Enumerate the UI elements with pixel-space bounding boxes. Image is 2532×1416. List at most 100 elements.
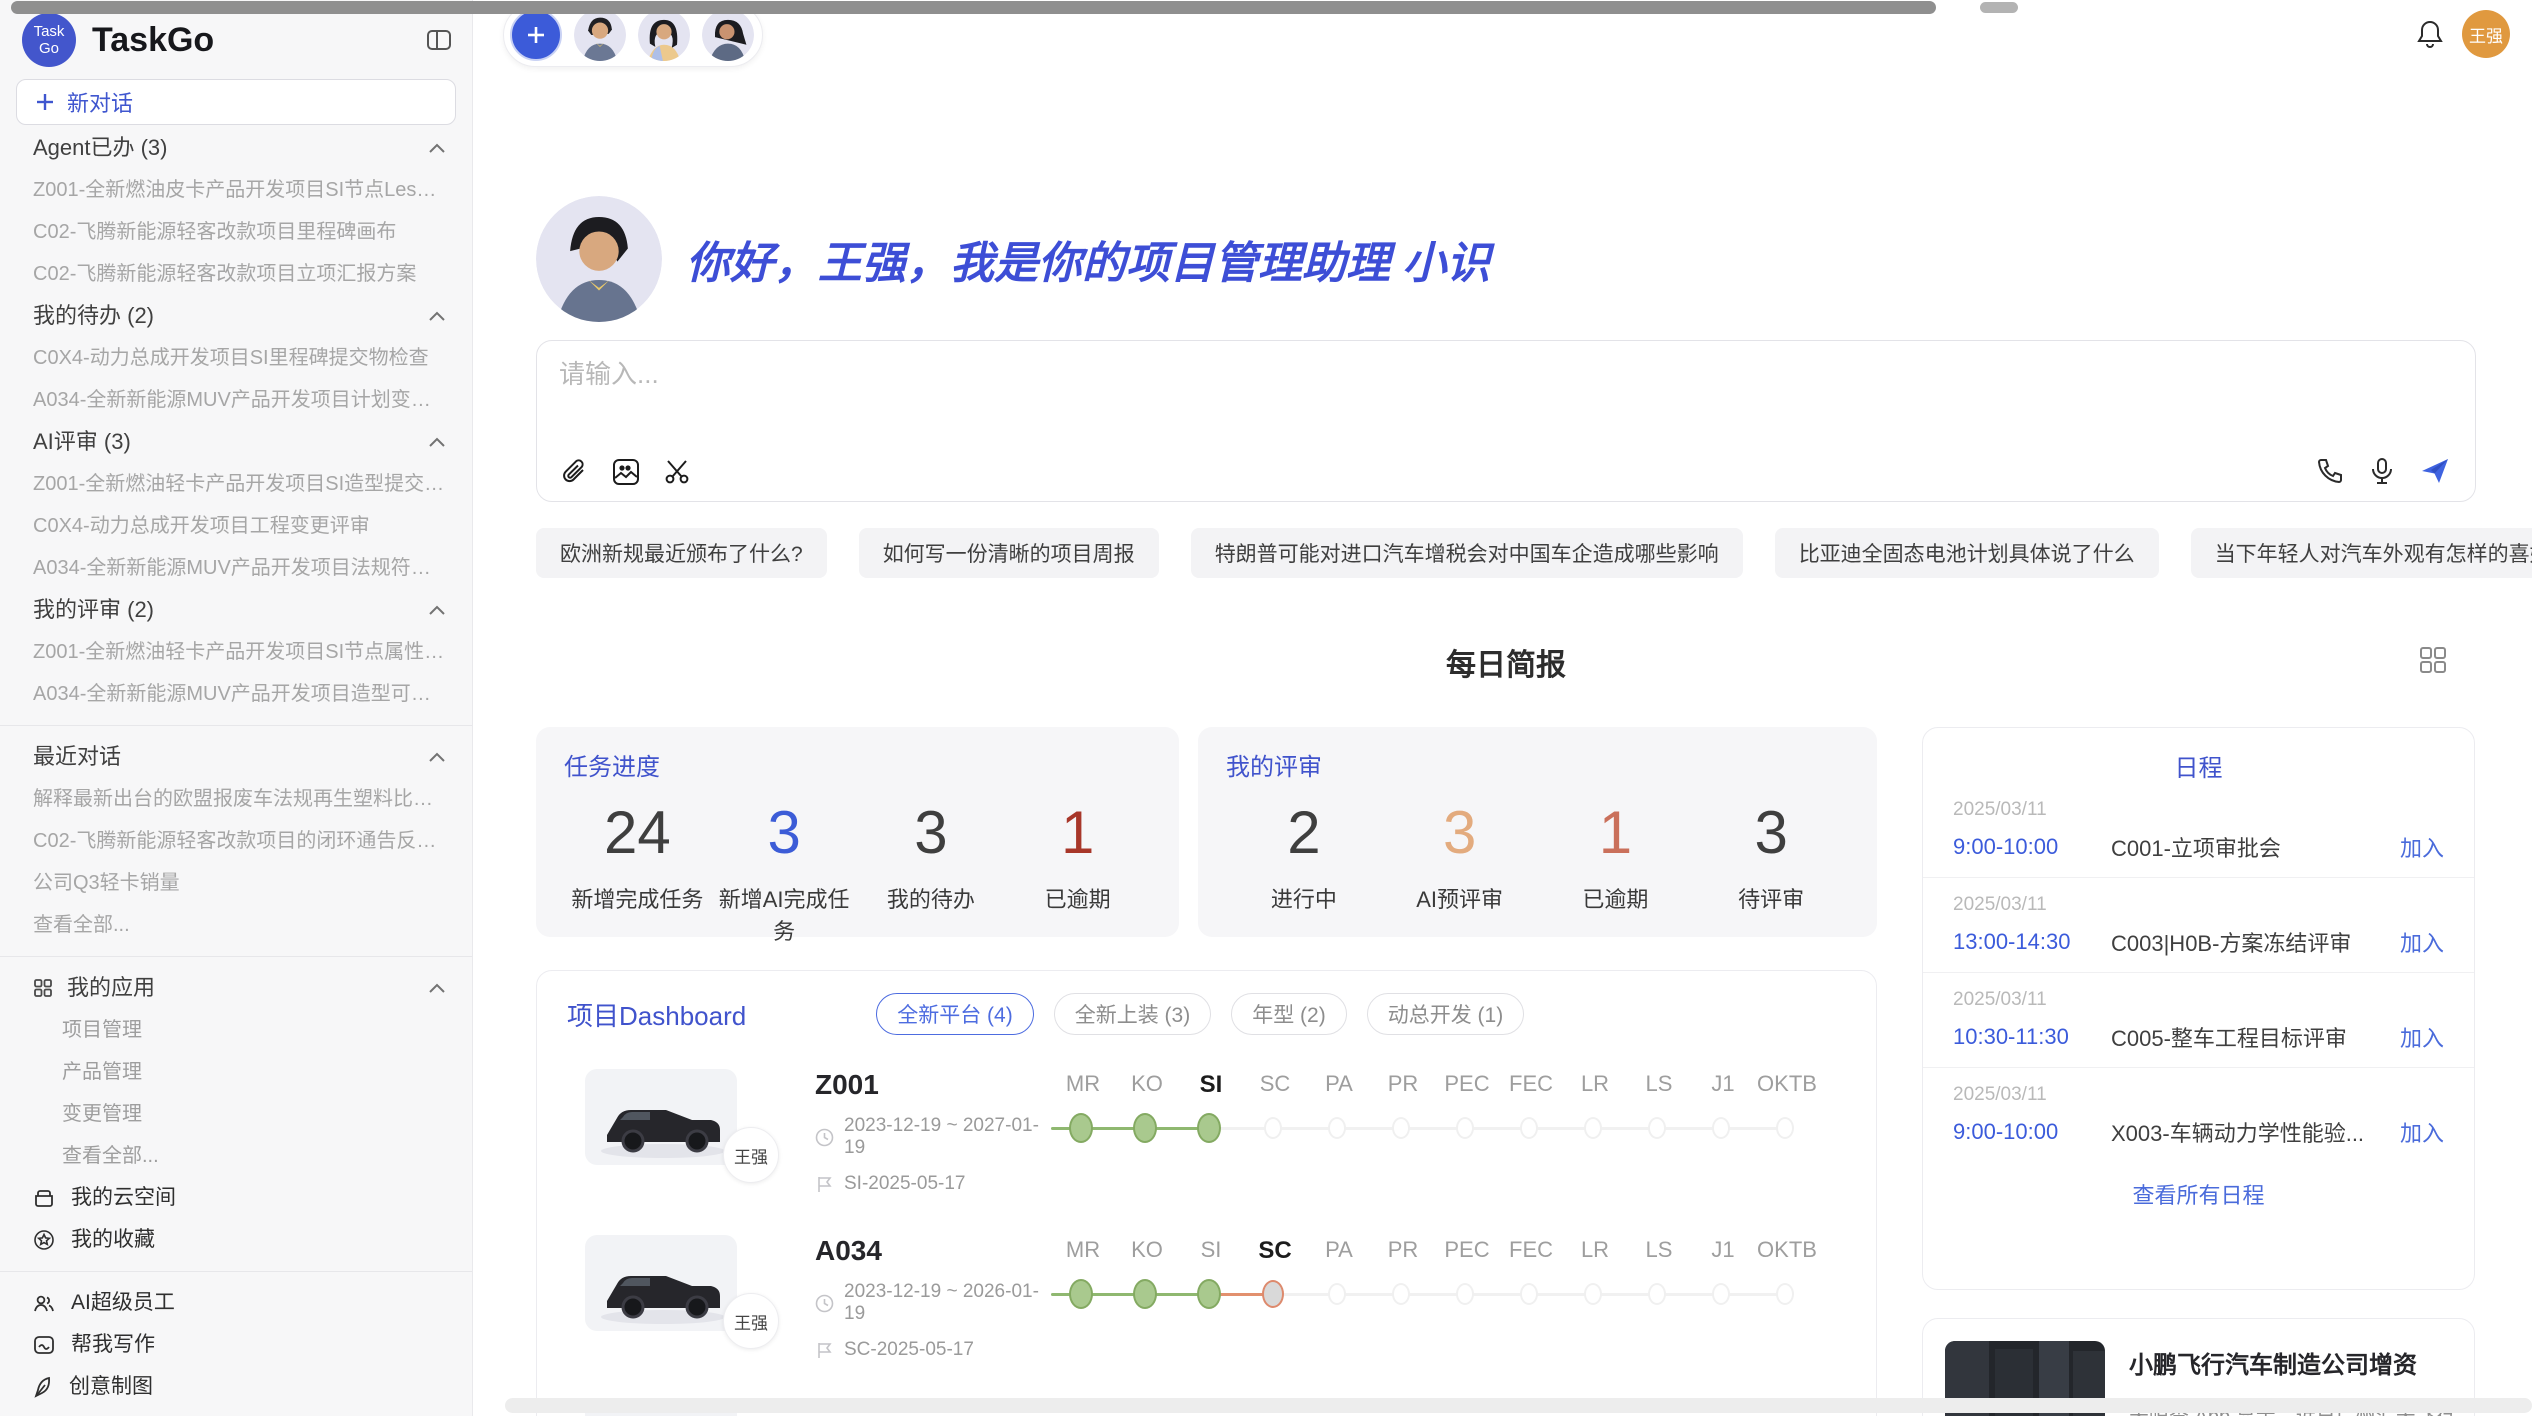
people-icon [33, 1293, 55, 1313]
send-icon[interactable] [2419, 455, 2451, 487]
avatar[interactable] [638, 9, 690, 61]
project-dates: 2023-12-19 ~ 2027-01-19 [815, 1115, 1051, 1159]
chevron-up-icon[interactable] [428, 310, 446, 322]
microphone-icon[interactable] [2367, 456, 2397, 486]
project-owner-avatar: 王强 [723, 1127, 779, 1183]
horizontal-scrollbar-track[interactable] [505, 1398, 2532, 1413]
milestone-dot-ko [1133, 1113, 1157, 1143]
avatar[interactable] [574, 9, 626, 61]
app-sub-item[interactable]: 产品管理 [0, 1051, 472, 1093]
new-chat-button[interactable]: 新对话 [16, 79, 456, 125]
event-join-link[interactable]: 加入 [2400, 831, 2444, 863]
clock-icon [815, 1128, 834, 1147]
dashboard-filter-chip[interactable]: 动总开发 (1) [1367, 993, 1525, 1035]
sidebar-item[interactable]: Z001-全新燃油轻卡产品开发项目SI造型提交物评审 [0, 463, 472, 505]
dashboard-filter-chip[interactable]: 年型 (2) [1231, 993, 1347, 1035]
milestone-label: PR [1371, 1237, 1435, 1265]
sidebar-footer-link[interactable]: AI超级员工 [0, 1282, 472, 1324]
milestone-label: SI [1179, 1071, 1243, 1099]
dashboard-title: 项目Dashboard [567, 996, 746, 1033]
sidebar-footer-link[interactable]: 创意制图 [0, 1366, 472, 1408]
dashboard-filter-chip[interactable]: 全新上装 (3) [1054, 993, 1212, 1035]
phone-call-icon[interactable] [2315, 456, 2345, 486]
avatar[interactable] [702, 9, 754, 61]
milestone-dot-pa [1328, 1117, 1346, 1139]
sidebar-item[interactable]: A034-全新新能源MUV产品开发项目造型可行性评审 [0, 673, 472, 715]
milestone-label: PEC [1435, 1237, 1499, 1265]
milestone-dot-lr [1584, 1117, 1602, 1139]
app-sub-item[interactable]: 变更管理 [0, 1093, 472, 1135]
milestone-dot-ls [1648, 1117, 1666, 1139]
add-session-button[interactable] [510, 9, 562, 61]
milestone-label: J1 [1691, 1237, 1755, 1265]
sidebar-collapse-icon[interactable] [426, 28, 452, 52]
attachment-icon[interactable] [559, 457, 589, 487]
recent-chat-item[interactable]: 查看全部... [0, 904, 472, 946]
view-all-schedule-link[interactable]: 查看所有日程 [1923, 1162, 2474, 1226]
milestone-label: PA [1307, 1071, 1371, 1099]
app-sub-item[interactable]: 项目管理 [0, 1009, 472, 1051]
divider [0, 1271, 472, 1272]
schedule-event: 2025/03/1110:30-11:30C005-整车工程目标评审加入 [1923, 973, 2474, 1068]
stat-value: 2 [1226, 796, 1382, 870]
milestone-label: LS [1627, 1237, 1691, 1265]
user-avatar[interactable]: 王强 [2462, 10, 2510, 58]
sidebar-link[interactable]: 我的收藏 [0, 1219, 472, 1261]
event-main: 9:00-10:00C001-立项审批会加入 [1953, 831, 2444, 863]
sidebar-footer-link[interactable]: 帮我写作 [0, 1324, 472, 1366]
sidebar-item[interactable]: C0X4-动力总成开发项目SI里程碑提交物检查 [0, 337, 472, 379]
scrollbar-end-thumb[interactable] [1980, 2, 2018, 13]
project-tag-text: SC-2025-05-17 [844, 1339, 974, 1361]
sidebar-item[interactable]: C02-飞腾新能源轻客改款项目立项汇报方案 [0, 253, 472, 295]
sidebar-item[interactable]: C02-飞腾新能源轻客改款项目里程碑画布 [0, 211, 472, 253]
sidebar-item[interactable]: Z001-全新燃油轻卡产品开发项目SI节点属性5D文件评审 [0, 631, 472, 673]
image-icon[interactable] [611, 457, 641, 487]
chat-input[interactable] [559, 359, 1459, 390]
star-circle-icon [33, 1229, 55, 1251]
chevron-up-icon[interactable] [428, 142, 446, 154]
event-main: 9:00-10:00X003-车辆动力学性能验...加入 [1953, 1116, 2444, 1148]
horizontal-scrollbar-thumb[interactable] [11, 1, 1936, 14]
schedule-title: 日程 [1923, 748, 2474, 783]
chevron-up-icon[interactable] [428, 982, 446, 994]
my-review-card: 我的评审2进行中3AI预评审1已逾期3待评审 [1198, 727, 1877, 937]
logo-text-line1: Task [34, 23, 65, 40]
dashboard-filter-chip[interactable]: 全新平台 (4) [876, 993, 1034, 1035]
suggestion-chip[interactable]: 欧洲新规最近颁布了什么? [536, 528, 827, 578]
chevron-up-icon[interactable] [428, 436, 446, 448]
project-dates-text: 2023-12-19 ~ 2027-01-19 [844, 1115, 1051, 1159]
chevron-up-icon[interactable] [428, 751, 446, 763]
project-list: 王强Z0012023-12-19 ~ 2027-01-19SI-2025-05-… [567, 1069, 1846, 1367]
sidebar-item[interactable]: A034-全新新能源MUV产品开发项目法规符合性评审 [0, 547, 472, 589]
sidebar-item[interactable]: Z001-全新燃油皮卡产品开发项目SI节点Lesson Learn报告 [0, 169, 472, 211]
milestone-label: SI [1179, 1237, 1243, 1265]
milestone-label: MR [1051, 1071, 1115, 1099]
event-join-link[interactable]: 加入 [2400, 1116, 2444, 1148]
sidebar-section-header: Agent已办 (3) [0, 127, 472, 169]
project-tag: SC-2025-05-17 [815, 1339, 1051, 1361]
suggestion-chip[interactable]: 当下年轻人对汽车外观有怎样的喜好趋势 [2191, 528, 2532, 578]
recent-chat-item[interactable]: C02-飞腾新能源轻客改款项目的闭环通告反馈情况 [0, 820, 472, 862]
sidebar-item[interactable]: C0X4-动力总成开发项目工程变更评审 [0, 505, 472, 547]
event-join-link[interactable]: 加入 [2400, 1021, 2444, 1053]
suggestion-chip[interactable]: 比亚迪全固态电池计划具体说了什么 [1775, 528, 2159, 578]
suggestion-chips: 欧洲新规最近颁布了什么? 如何写一份清晰的项目周报特朗普可能对进口汽车增税会对中国… [536, 528, 2476, 578]
stat-value: 1 [1538, 796, 1694, 870]
milestone-label: FEC [1499, 1237, 1563, 1265]
suggestion-chip[interactable]: 特朗普可能对进口汽车增税会对中国车企造成哪些影响 [1191, 528, 1743, 578]
recent-chat-item[interactable]: 公司Q3轻卡销量 [0, 862, 472, 904]
app-title: TaskGo [92, 21, 214, 60]
plus-icon [35, 92, 55, 112]
suggestion-chip[interactable]: 如何写一份清晰的项目周报 [859, 528, 1159, 578]
recent-chat-item[interactable]: 解释最新出台的欧盟报废车法规再生塑料比例被调至15%... [0, 778, 472, 820]
scissors-icon[interactable] [663, 457, 693, 487]
event-name: C001-立项审批会 [2111, 831, 2388, 863]
chevron-up-icon[interactable] [428, 604, 446, 616]
briefing-layout-icon[interactable] [2418, 645, 2448, 675]
event-join-link[interactable]: 加入 [2400, 926, 2444, 958]
sidebar-link[interactable]: 我的云空间 [0, 1177, 472, 1219]
notifications-bell-icon[interactable] [2415, 18, 2445, 50]
logo-text-line2: Go [39, 40, 59, 57]
sidebar-item[interactable]: A034-全新新能源MUV产品开发项目计划变更表编写 [0, 379, 472, 421]
app-sub-item[interactable]: 查看全部... [0, 1135, 472, 1177]
